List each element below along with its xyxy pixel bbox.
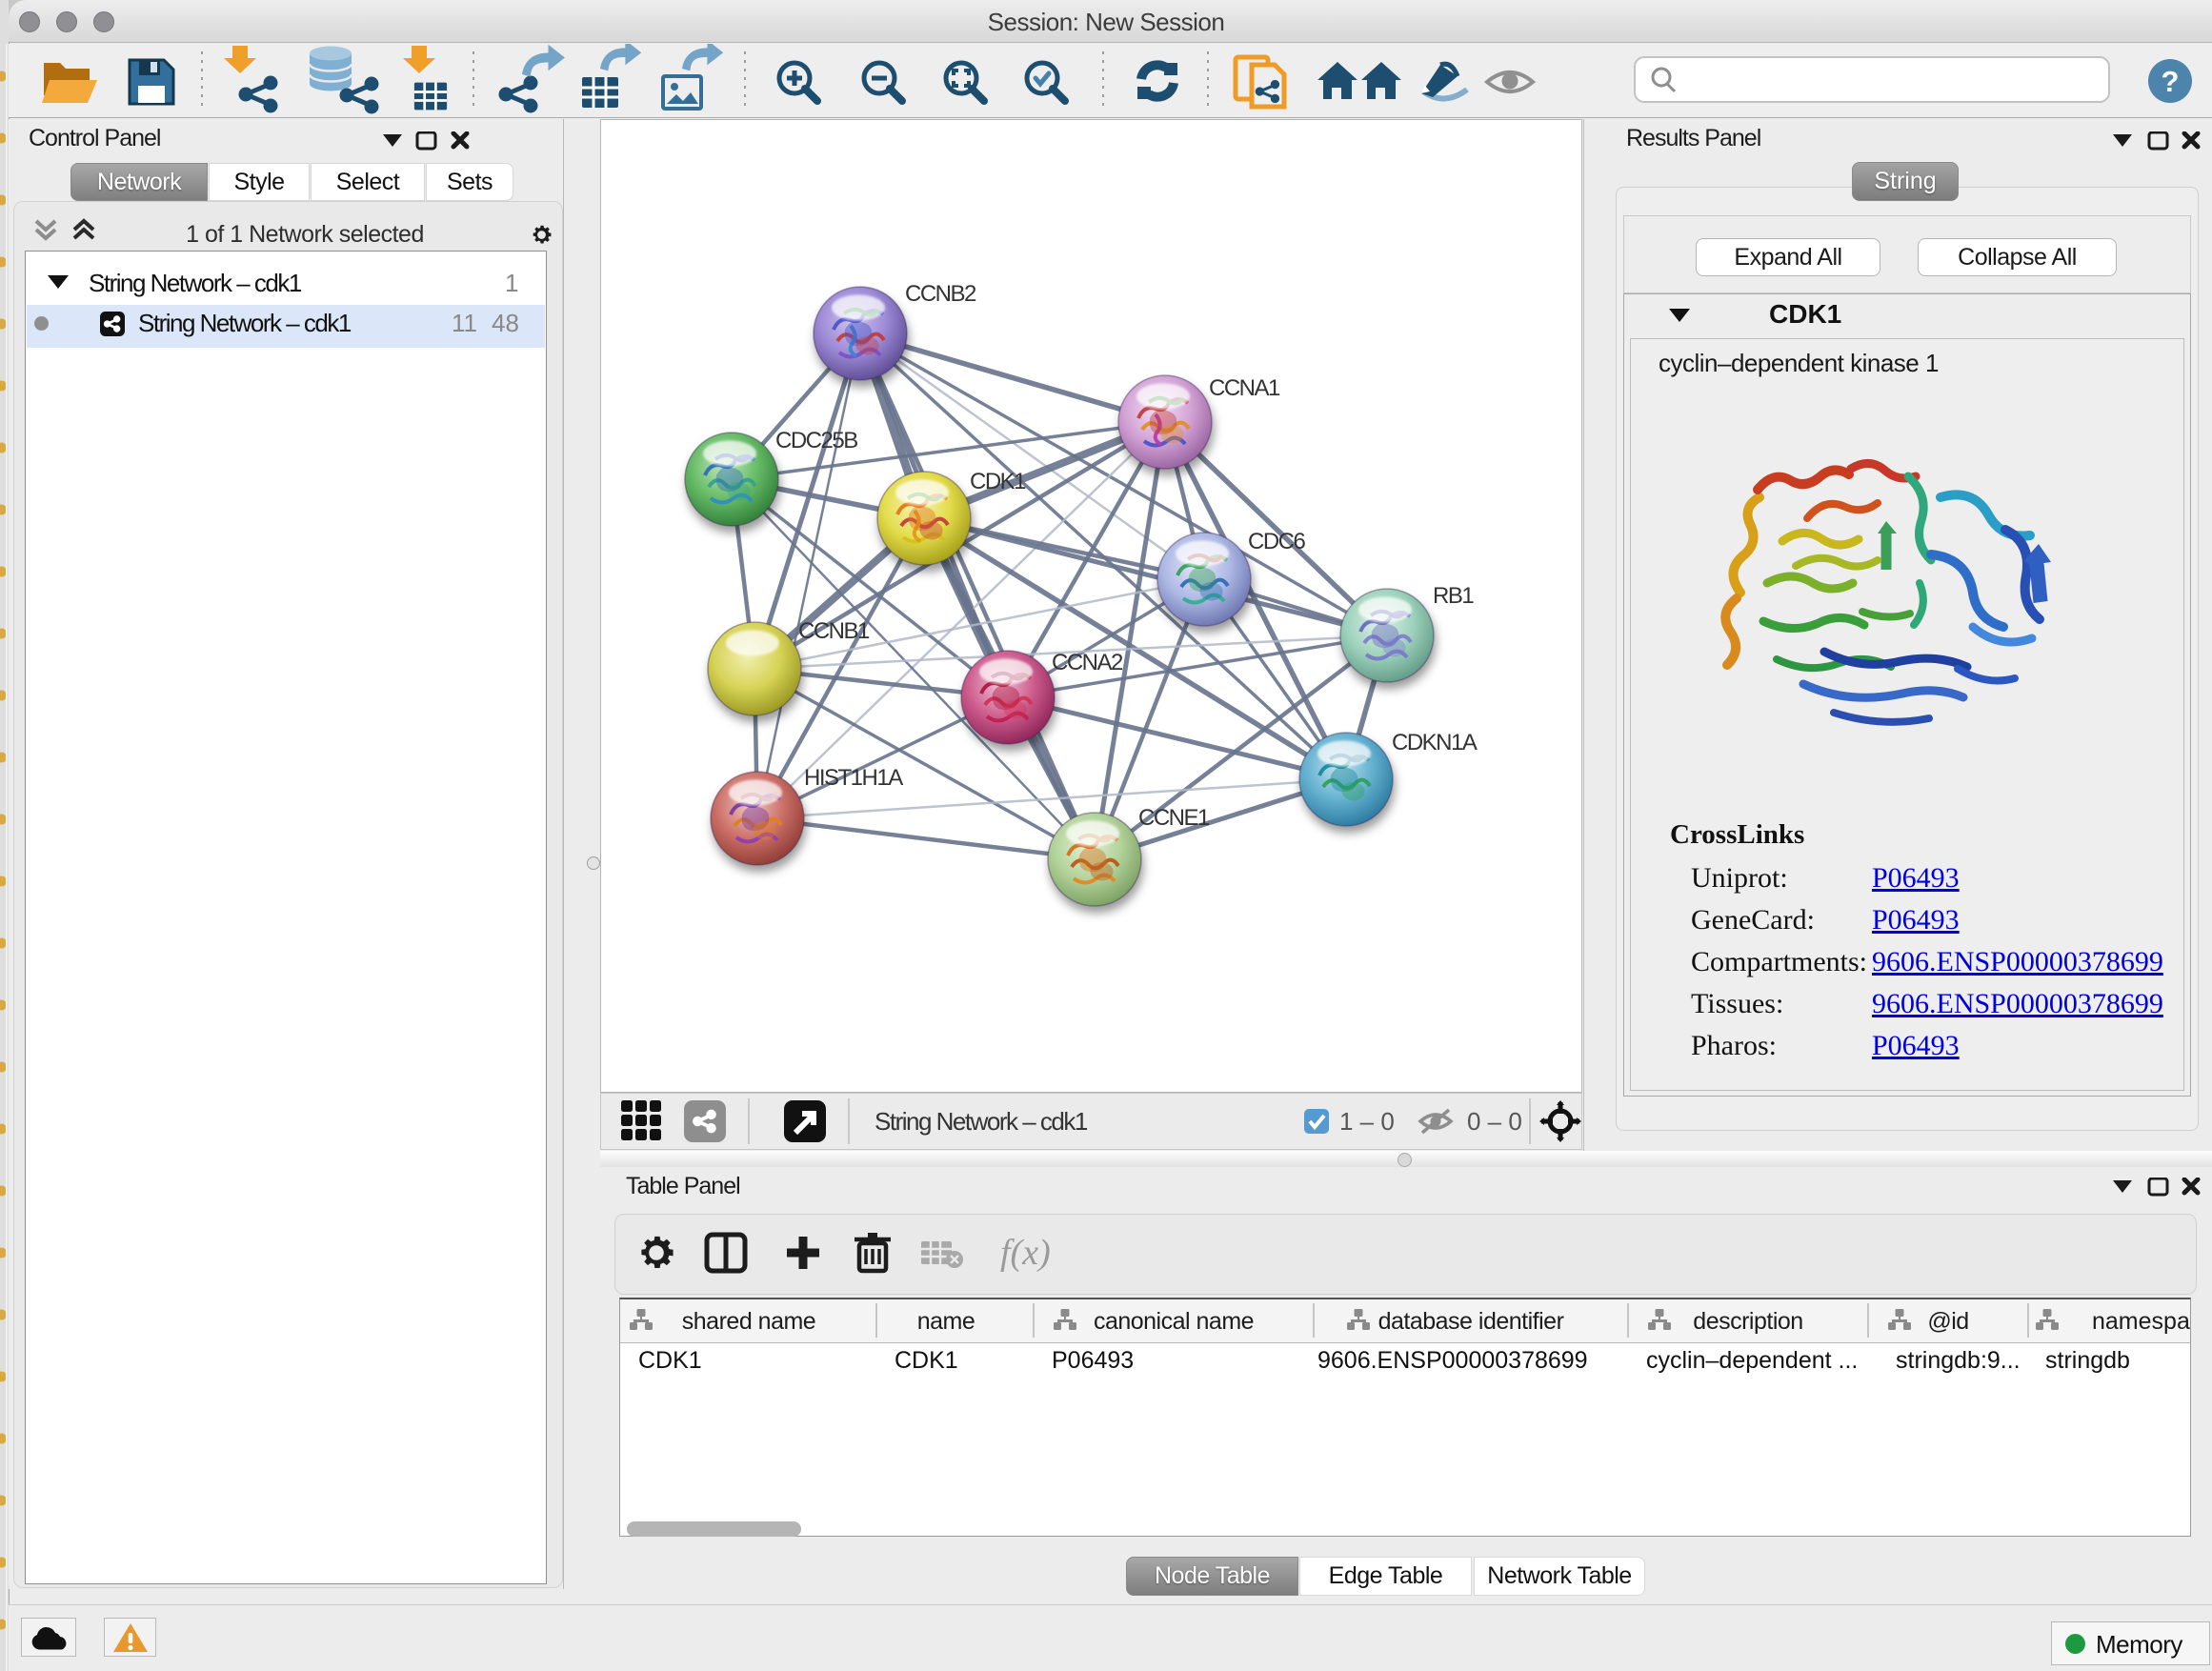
svg-text:canonical name: canonical name — [1094, 1308, 1254, 1335]
svg-text:CCNA2: CCNA2 — [1052, 650, 1123, 675]
svg-text:?: ? — [2162, 65, 2180, 98]
svg-text:RB1: RB1 — [1433, 583, 1474, 609]
svg-text:database identifier: database identifier — [1378, 1308, 1564, 1335]
svg-text:CDKN1A: CDKN1A — [1392, 730, 1478, 755]
svg-text:namespac: namespac — [2092, 1308, 2191, 1335]
svg-text:@id: @id — [1927, 1308, 1968, 1335]
svg-text:CCNB1: CCNB1 — [798, 618, 870, 644]
svg-text:CCNE1: CCNE1 — [1138, 805, 1210, 831]
svg-text:String Network – cdk1: String Network – cdk1 — [875, 1107, 1088, 1136]
svg-text:0 – 0: 0 – 0 — [1467, 1107, 1522, 1136]
svg-text:HIST1H1A: HIST1H1A — [804, 765, 903, 791]
svg-text:shared name: shared name — [682, 1308, 815, 1335]
svg-text:f(x): f(x) — [1000, 1233, 1051, 1273]
svg-text:1 – 0: 1 – 0 — [1339, 1107, 1395, 1136]
svg-text:CCNA1: CCNA1 — [1209, 375, 1280, 401]
svg-text:CDC6: CDC6 — [1248, 529, 1305, 554]
svg-text:name: name — [917, 1308, 975, 1335]
svg-text:description: description — [1693, 1308, 1802, 1335]
svg-text:CDC25B: CDC25B — [775, 428, 857, 453]
svg-text:CCNB2: CCNB2 — [905, 281, 976, 307]
svg-text:CDK1: CDK1 — [970, 469, 1026, 494]
